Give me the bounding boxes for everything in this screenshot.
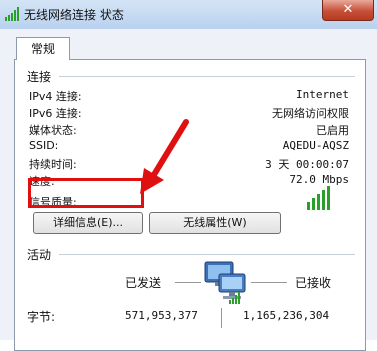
ipv4-value: Internet <box>296 88 349 101</box>
bytes-label: 字节: <box>27 310 56 324</box>
signal-strength-icon <box>307 186 337 210</box>
signal-bar <box>327 186 330 210</box>
tab-general[interactable]: 常规 <box>16 37 70 60</box>
received-line <box>251 282 287 283</box>
sent-label: 已发送 <box>125 276 162 290</box>
details-button[interactable]: 详细信息(E)... <box>33 212 143 234</box>
ssid-value: AQEDU-AQSZ <box>282 139 349 152</box>
ipv4-label: IPv4 连接: <box>29 90 82 103</box>
signal-bar <box>307 202 310 210</box>
bytes-received-value: 1,165,236,304 <box>243 309 330 322</box>
bytes-separator <box>221 308 222 328</box>
title-bar: 无线网络连接 状态 ✕ <box>0 0 377 30</box>
sent-line <box>175 282 201 283</box>
signal-bar <box>322 190 325 210</box>
highlight-box <box>28 178 144 208</box>
bytes-sent-value: 571,953,377 <box>125 309 198 322</box>
close-button[interactable]: ✕ <box>322 0 374 21</box>
signal-bars-icon <box>5 7 19 21</box>
section-divider <box>59 254 355 255</box>
duration-label: 持续时间: <box>29 158 77 171</box>
section-divider <box>59 76 355 77</box>
ipv6-label: IPv6 连接: <box>29 107 82 120</box>
wireless-properties-button[interactable]: 无线属性(W) <box>149 212 281 234</box>
connection-section-title: 连接 <box>27 70 52 84</box>
ipv6-value: 无网络访问权限 <box>272 107 349 120</box>
signal-bar <box>317 194 320 210</box>
media-state-value: 已启用 <box>316 124 349 137</box>
received-label: 已接收 <box>295 276 332 290</box>
signal-bar <box>312 198 315 210</box>
red-arrow-icon <box>140 119 189 194</box>
speed-value: 72.0 Mbps <box>289 173 349 186</box>
media-state-label: 媒体状态: <box>29 124 77 137</box>
ssid-label: SSID: <box>29 139 59 152</box>
activity-section-title: 活动 <box>27 248 52 262</box>
duration-value: 3 天 00:00:07 <box>265 158 349 171</box>
network-computers-icon <box>204 261 246 304</box>
window-title: 无线网络连接 状态 <box>24 8 124 22</box>
